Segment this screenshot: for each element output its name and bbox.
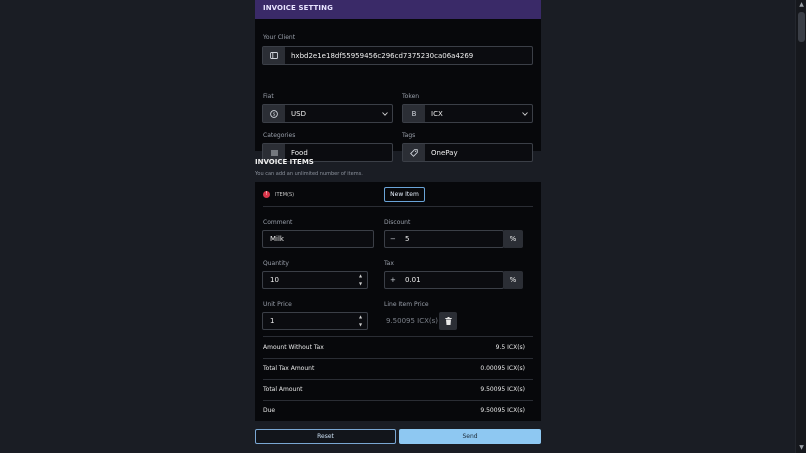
comment-input[interactable]: Milk — [262, 230, 374, 248]
token-icon: B — [403, 105, 425, 122]
invoice-page: INVOICE SETTING Your Client hxbd2e1e18df… — [0, 0, 806, 453]
summary-label: Due — [263, 407, 276, 414]
chevron-down-icon — [378, 110, 392, 118]
items-count-label: ITEM(S) — [275, 192, 295, 198]
summary-value: 9.50095 ICX(s) — [480, 386, 525, 393]
client-address: hxbd2e1e18df55959456c296cd7375230ca06a42… — [291, 51, 474, 60]
page-scrollbar[interactable]: ▲ ▼ — [795, 0, 806, 453]
line-item-price-value: 9.50095 ICX(s) — [386, 317, 439, 325]
summary-label: Total Tax Amount — [263, 365, 315, 372]
send-button[interactable]: Send — [399, 429, 541, 444]
trash-icon — [444, 317, 452, 325]
delete-item-button[interactable] — [439, 312, 457, 330]
quantity-stepper[interactable]: 10 ▲ ▼ — [262, 271, 368, 289]
fiat-value: USD — [291, 109, 306, 118]
summary-row-total-tax: Total Tax Amount 0.00095 ICX(s) — [263, 359, 525, 379]
summary-divider — [263, 336, 533, 337]
discount-label: Discount — [384, 219, 411, 226]
minus-icon: − — [390, 235, 396, 243]
invoice-setting-title: INVOICE SETTING — [263, 4, 333, 12]
quantity-label: Quantity — [263, 260, 289, 267]
scroll-up-icon[interactable]: ▲ — [798, 1, 805, 9]
caret-up-icon[interactable]: ▲ — [357, 273, 364, 279]
tax-percent-toggle[interactable]: % — [503, 271, 523, 289]
tax-input[interactable]: 0.01 — [384, 271, 504, 289]
client-field[interactable]: hxbd2e1e18df55959456c296cd7375230ca06a42… — [262, 46, 533, 65]
chevron-down-icon — [518, 110, 532, 118]
summary-value: 9.5 ICX(s) — [495, 344, 525, 351]
svg-text:$: $ — [273, 111, 276, 117]
client-label: Your Client — [263, 34, 296, 41]
summary-value: 9.50095 ICX(s) — [480, 407, 525, 414]
unit-price-label: Unit Price — [263, 301, 292, 308]
tags-label: Tags — [402, 132, 416, 139]
fiat-select[interactable]: $ USD — [262, 104, 393, 123]
summary-row-due: Due 9.50095 ICX(s) — [263, 401, 525, 421]
quantity-spinner[interactable]: ▲ ▼ — [357, 273, 364, 287]
tag-icon — [403, 144, 425, 161]
summary-label: Total Amount — [263, 386, 303, 393]
summary-label: Amount Without Tax — [263, 344, 324, 351]
discount-percent-toggle[interactable]: % — [503, 230, 523, 248]
fiat-label: Fiat — [263, 93, 274, 100]
token-label: Token — [402, 93, 420, 100]
items-warning-badge: ! — [263, 191, 270, 198]
scroll-down-icon[interactable]: ▼ — [798, 444, 805, 452]
tags-field[interactable]: OnePay — [402, 143, 533, 162]
line-item-price-label: Line Item Price — [384, 301, 429, 308]
summary-row-total-amount: Total Amount 9.50095 ICX(s) — [263, 380, 525, 400]
plus-icon: + — [390, 276, 396, 284]
comment-label: Comment — [263, 219, 293, 226]
invoice-items-subtitle: You can add an unlimited number of items… — [255, 171, 363, 177]
invoice-setting-card: Your Client hxbd2e1e18df55959456c296cd73… — [255, 19, 541, 162]
scrollbar-thumb[interactable] — [798, 12, 805, 42]
categories-value: Food — [291, 148, 308, 157]
caret-up-icon[interactable]: ▲ — [357, 314, 364, 320]
new-item-button[interactable]: New Item — [384, 187, 425, 202]
summary-value: 0.00095 ICX(s) — [480, 365, 525, 372]
quantity-value: 10 — [270, 276, 279, 284]
invoice-setting-header: INVOICE SETTING — [255, 0, 541, 19]
dollar-coin-icon: $ — [263, 105, 285, 122]
invoice-items-title: INVOICE ITEMS — [255, 158, 314, 166]
invoice-items-card: ! ITEM(S) New Item Comment Milk Discount… — [255, 182, 541, 421]
caret-down-icon[interactable]: ▼ — [357, 322, 364, 328]
token-value: ICX — [431, 109, 443, 118]
items-divider — [263, 206, 533, 207]
discount-input[interactable]: 5 — [384, 230, 504, 248]
invoice-form: INVOICE SETTING Your Client hxbd2e1e18df… — [255, 0, 541, 444]
caret-down-icon[interactable]: ▼ — [357, 281, 364, 287]
reset-button[interactable]: Reset — [255, 429, 396, 444]
token-select[interactable]: B ICX — [402, 104, 533, 123]
categories-label: Categories — [263, 132, 296, 139]
wallet-icon — [263, 47, 285, 64]
summary-row-amount-without-tax: Amount Without Tax 9.5 ICX(s) — [263, 338, 525, 358]
unit-price-value: 1 — [270, 317, 275, 325]
unit-price-spinner[interactable]: ▲ ▼ — [357, 314, 364, 328]
unit-price-stepper[interactable]: 1 ▲ ▼ — [262, 312, 368, 330]
tax-label: Tax — [384, 260, 394, 267]
tags-value: OnePay — [431, 148, 458, 157]
